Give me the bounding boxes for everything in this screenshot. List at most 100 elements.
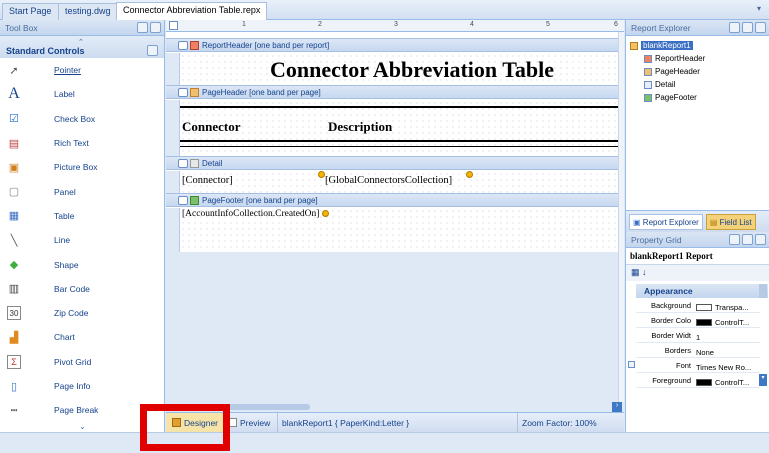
tab-connector-abbreviation-table[interactable]: Connector Abbreviation Table.repx (116, 2, 268, 20)
propgrid-scrollbar[interactable] (759, 284, 767, 298)
property-value[interactable]: Transpa... (694, 298, 760, 313)
explorer-dropdown-button[interactable] (729, 22, 740, 33)
created-on-field[interactable]: [AccountInfoCollection.CreatedOn] (182, 209, 319, 219)
tree-node-page-header[interactable]: PageHeader (644, 67, 700, 76)
band-icon (644, 67, 652, 76)
property-value[interactable]: 1 (694, 328, 760, 343)
property-row-borders[interactable]: Borders None (636, 343, 760, 358)
property-name: Border Colo (650, 316, 691, 325)
report-title-label[interactable]: Connector Abbreviation Table (270, 57, 554, 83)
scroll-right-icon[interactable]: › (612, 402, 622, 412)
property-value[interactable]: Times New Ro... (694, 358, 760, 373)
connector-field[interactable]: [Connector] (182, 175, 233, 186)
tab-start-page[interactable]: Start Page (2, 3, 59, 20)
tool-table[interactable]: ▦ Table (0, 204, 165, 228)
header-double-rule[interactable] (180, 146, 618, 147)
toolbox-pin-button[interactable] (150, 22, 161, 33)
category-appearance[interactable]: Appearance (636, 284, 768, 298)
property-row-foreground[interactable]: Foreground ControlT... (636, 373, 760, 388)
tool-panel[interactable]: ▢ Panel (0, 179, 165, 203)
band-header-page-header[interactable]: PageHeader [one band per page] (166, 85, 618, 99)
property-grid-header: Property Grid (626, 232, 769, 248)
band-collapse-icon[interactable] (178, 159, 188, 168)
tab-list-dropdown-icon[interactable]: ▾ (757, 4, 765, 14)
tree-node-report-header[interactable]: ReportHeader (644, 54, 705, 63)
collapse-up-icon[interactable]: ⌃ (78, 38, 84, 46)
expand-icon[interactable] (628, 361, 635, 368)
tool-label: Panel (54, 186, 76, 197)
tool-label-control[interactable]: A Label (0, 82, 165, 106)
sort-toolbar-icons[interactable]: ▦ ↓ (631, 267, 647, 277)
tool-rich-text[interactable]: ▤ Rich Text (0, 131, 165, 155)
property-name: Background (650, 301, 691, 310)
band-gutter (166, 208, 180, 252)
tool-picture-box[interactable]: ▣ Picture Box (0, 155, 165, 179)
tab-testing-dwg[interactable]: testing.dwg (58, 3, 118, 20)
page-header-band[interactable] (180, 100, 618, 156)
horizontal-scrollbar[interactable]: › (166, 402, 624, 412)
band-collapse-icon[interactable] (178, 41, 188, 50)
property-row-font[interactable]: Font Times New Ro... (628, 358, 760, 373)
tab-label: Field List (719, 217, 752, 227)
standard-controls-toggle-button[interactable] (147, 45, 158, 56)
explorer-close-button[interactable] (755, 22, 766, 33)
tool-pivot-grid[interactable]: Σ Pivot Grid (0, 350, 165, 374)
tab-field-list[interactable]: ▤ Field List (705, 213, 756, 230)
tool-label: Check Box (54, 113, 96, 124)
tool-page-info[interactable]: ▯ Page Info (0, 374, 165, 398)
tool-chart[interactable]: ▟ Chart (0, 325, 165, 349)
tool-line[interactable]: ╲ Line (0, 228, 165, 252)
property-row-border-width[interactable]: Border Widt 1 (636, 328, 760, 343)
propgrid-scroll-down-icon[interactable]: ▾ (759, 374, 767, 386)
property-row-border-color[interactable]: Border Colo ControlT... (636, 313, 760, 328)
propgrid-dropdown-button[interactable] (729, 234, 740, 245)
band-header-detail[interactable]: Detail (166, 156, 618, 170)
toolbox-dropdown-button[interactable] (137, 22, 148, 33)
tab-report-explorer[interactable]: ▣ Report Explorer (629, 213, 703, 230)
band-header-page-footer[interactable]: PageFooter [one band per page] (166, 193, 618, 207)
tool-label: Page Break (54, 405, 99, 416)
tool-pointer[interactable]: ➚ Pointer (0, 58, 165, 82)
warning-icon[interactable] (318, 171, 325, 178)
column-label-connector[interactable]: Connector (182, 119, 241, 135)
ruler-corner-icon[interactable] (169, 21, 178, 30)
warning-icon[interactable] (466, 171, 473, 178)
property-value[interactable]: ControlT... (694, 373, 760, 388)
toolbox-panel: Tool Box Standard Controls ⌃ ➚ Pointer A L… (0, 20, 165, 432)
band-collapse-icon[interactable] (178, 88, 188, 97)
report-designer-surface: 1 2 3 4 5 6 ReportHeader [one band per r… (166, 20, 624, 432)
warning-icon[interactable] (322, 210, 329, 217)
tool-zip-code[interactable]: 30 Zip Code (0, 301, 165, 325)
standard-controls-header[interactable]: Standard Controls ⌃ (0, 36, 164, 58)
tree-node-page-footer[interactable]: PageFooter (644, 93, 697, 102)
explorer-pin-button[interactable] (742, 22, 753, 33)
propgrid-close-button[interactable] (755, 234, 766, 245)
tool-label: Zip Code (54, 308, 89, 319)
header-top-rule[interactable] (180, 106, 618, 108)
ruler-mark: 4 (470, 21, 474, 28)
property-value[interactable]: ControlT... (694, 313, 760, 328)
field-list-icon: ▤ (709, 217, 718, 227)
band-label: PageFooter [one band per page] (202, 196, 318, 205)
property-row-background[interactable]: Background Transpa... (636, 298, 760, 313)
vertical-scrollbar[interactable] (618, 32, 624, 404)
tree-node-report-root[interactable]: blankReport1 (630, 41, 693, 50)
selected-object-dropdown[interactable]: blankReport1 Report (626, 248, 769, 265)
band-label: PageHeader [one band per page] (202, 88, 321, 97)
property-value[interactable]: None (694, 343, 760, 358)
propgrid-pin-button[interactable] (742, 234, 753, 245)
tool-check-box[interactable]: ☑ Check Box (0, 107, 165, 131)
band-collapse-icon[interactable] (178, 196, 188, 205)
tree-node-detail[interactable]: Detail (644, 80, 675, 89)
band-header-report-header[interactable]: ReportHeader [one band per report] (166, 38, 618, 52)
preview-tab[interactable]: Preview (224, 413, 278, 432)
header-bottom-rule[interactable] (180, 140, 618, 142)
report-header-band[interactable]: Connector Abbreviation Table (180, 53, 618, 85)
global-connectors-field[interactable]: [GlobalConnectorsCollection] (325, 175, 452, 186)
column-label-description[interactable]: Description (328, 119, 392, 135)
tool-bar-code[interactable]: ▥ Bar Code (0, 277, 165, 301)
band-label: Detail (202, 159, 223, 168)
ruler-mark: 5 (546, 21, 550, 28)
tool-shape[interactable]: ◆ Shape (0, 252, 165, 276)
tool-label: Table (54, 210, 75, 221)
